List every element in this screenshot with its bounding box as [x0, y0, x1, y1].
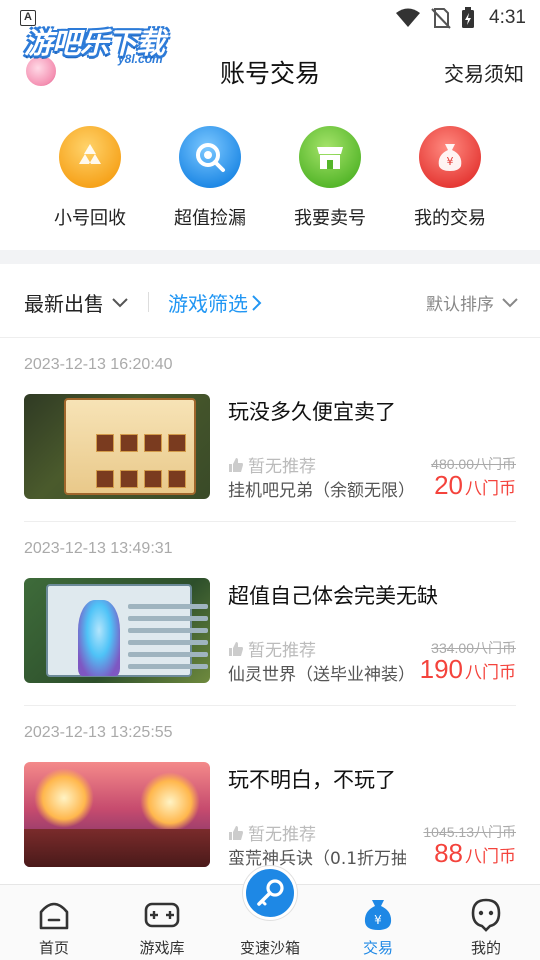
listing-recommend: 暂无推荐 — [228, 452, 316, 477]
section-divider — [0, 250, 540, 264]
key-icon — [257, 879, 284, 906]
recycle-icon — [59, 126, 121, 188]
profile-icon — [468, 897, 504, 933]
latest-sale-dropdown[interactable]: 最新出售 — [24, 288, 128, 317]
listing-item[interactable]: 2023-12-13 13:25:55 玩不明白，不玩了 暂无推荐 蛮荒神兵诀（… — [0, 706, 540, 890]
nav-label: 变速沙箱 — [239, 939, 300, 957]
listing-recommend: 暂无推荐 — [228, 636, 316, 661]
game-filter-button[interactable]: 游戏筛选 — [168, 288, 262, 317]
quick-actions: 小号回收 超值捡漏 我要卖号 ¥ 我的交易 — [0, 126, 540, 238]
listing-thumbnail — [24, 394, 210, 499]
price-unit: 八门币 — [465, 847, 516, 867]
thumbs-up-icon — [229, 457, 243, 472]
nav-label: 我的 — [470, 939, 501, 957]
battery-charging-icon — [462, 7, 475, 28]
thumbnail-panel — [46, 584, 208, 677]
chevron-down-icon — [112, 297, 128, 307]
quick-action-bargain[interactable]: 超值捡漏 — [150, 126, 270, 230]
svg-text:¥: ¥ — [447, 155, 454, 168]
listing-item[interactable]: 2023-12-13 16:20:40 玩没多久便宜卖了 暂无推荐 挂机吧兄弟（… — [0, 338, 540, 522]
thumbs-up-icon — [229, 825, 243, 840]
quick-action-label: 小号回收 — [54, 208, 126, 229]
nav-trade[interactable]: ¥ 交易 — [324, 885, 432, 960]
price-unit: 八门币 — [465, 479, 516, 499]
quick-action-label: 我要卖号 — [294, 208, 366, 229]
listing-price: 20 八门币 — [434, 470, 516, 501]
clock: 4:31 — [489, 7, 526, 28]
listing-time: 2023-12-13 13:49:31 — [24, 540, 173, 557]
price-value: 20 — [434, 470, 463, 500]
nav-label: 首页 — [38, 939, 69, 957]
nav-home[interactable]: 首页 — [0, 885, 108, 960]
money-bag-icon: ¥ — [419, 126, 481, 188]
chevron-right-icon — [252, 294, 262, 311]
listing-thumbnail — [24, 578, 210, 683]
quick-action-label: 我的交易 — [414, 208, 486, 229]
listing-game: 挂机吧兄弟（余额无限） — [228, 481, 406, 501]
wifi-icon — [396, 8, 421, 27]
svg-text:¥: ¥ — [374, 913, 382, 927]
latest-sale-label: 最新出售 — [24, 292, 104, 316]
listing-title: 超值自己体会完美无缺 — [228, 584, 438, 608]
price-unit: 八门币 — [465, 663, 516, 683]
listing-price: 88 八门币 — [434, 838, 516, 869]
listing-time: 2023-12-13 16:20:40 — [24, 356, 173, 373]
quick-action-my-trades[interactable]: ¥ 我的交易 — [390, 126, 510, 230]
home-face-icon — [36, 897, 72, 933]
trade-notice-link[interactable]: 交易须知 — [444, 58, 524, 87]
price-value: 88 — [434, 838, 463, 868]
recommend-label: 暂无推荐 — [248, 457, 316, 477]
listing-item[interactable]: 2023-12-13 13:49:31 超值自己体会完美无缺 暂无推荐 仙灵世界… — [0, 522, 540, 706]
game-filter-label: 游戏筛选 — [168, 292, 248, 316]
nav-game-library[interactable]: 游戏库 — [108, 885, 216, 960]
listing-game: 仙灵世界（送毕业神装） — [228, 665, 406, 685]
nav-label: 交易 — [362, 939, 393, 957]
nav-profile[interactable]: 我的 — [432, 885, 540, 960]
magnifier-icon — [179, 126, 241, 188]
sort-dropdown[interactable]: 默认排序 — [426, 290, 518, 315]
listing-recommend: 暂无推荐 — [228, 820, 316, 845]
listing-thumbnail — [24, 762, 210, 867]
filter-separator — [148, 292, 149, 312]
listing-price: 190 八门币 — [420, 654, 516, 685]
recommend-label: 暂无推荐 — [248, 641, 316, 661]
thumbs-up-icon — [229, 641, 243, 656]
sort-label: 默认排序 — [426, 295, 494, 315]
quick-action-sell[interactable]: 我要卖号 — [270, 126, 390, 230]
status-icons: 4:31 — [395, 6, 526, 30]
listing-game: 蛮荒神兵诀（0.1折万抽） — [228, 849, 406, 869]
listing-title: 玩没多久便宜卖了 — [228, 400, 396, 424]
speed-sandbox-button[interactable] — [243, 866, 297, 920]
screen: A 4:31 游吧乐下载 y8l.com 账号交易 交易须知 小号回收 超值捡漏 — [0, 0, 540, 960]
chevron-down-icon — [502, 297, 518, 307]
quick-action-label: 超值捡漏 — [174, 208, 246, 229]
recommend-label: 暂无推荐 — [248, 825, 316, 845]
listing-time: 2023-12-13 13:25:55 — [24, 724, 173, 741]
price-value: 190 — [419, 654, 463, 684]
listing-title: 玩不明白，不玩了 — [228, 768, 396, 792]
quick-action-recycle[interactable]: 小号回收 — [30, 126, 150, 230]
filter-bar: 最新出售 游戏筛选 默认排序 — [0, 264, 540, 338]
shop-icon — [299, 126, 361, 188]
gamepad-icon — [144, 897, 180, 933]
yen-bag-icon: ¥ — [360, 897, 396, 933]
thumbnail-panel — [64, 398, 196, 495]
nav-label: 游戏库 — [139, 939, 185, 957]
no-sim-icon — [431, 8, 451, 29]
